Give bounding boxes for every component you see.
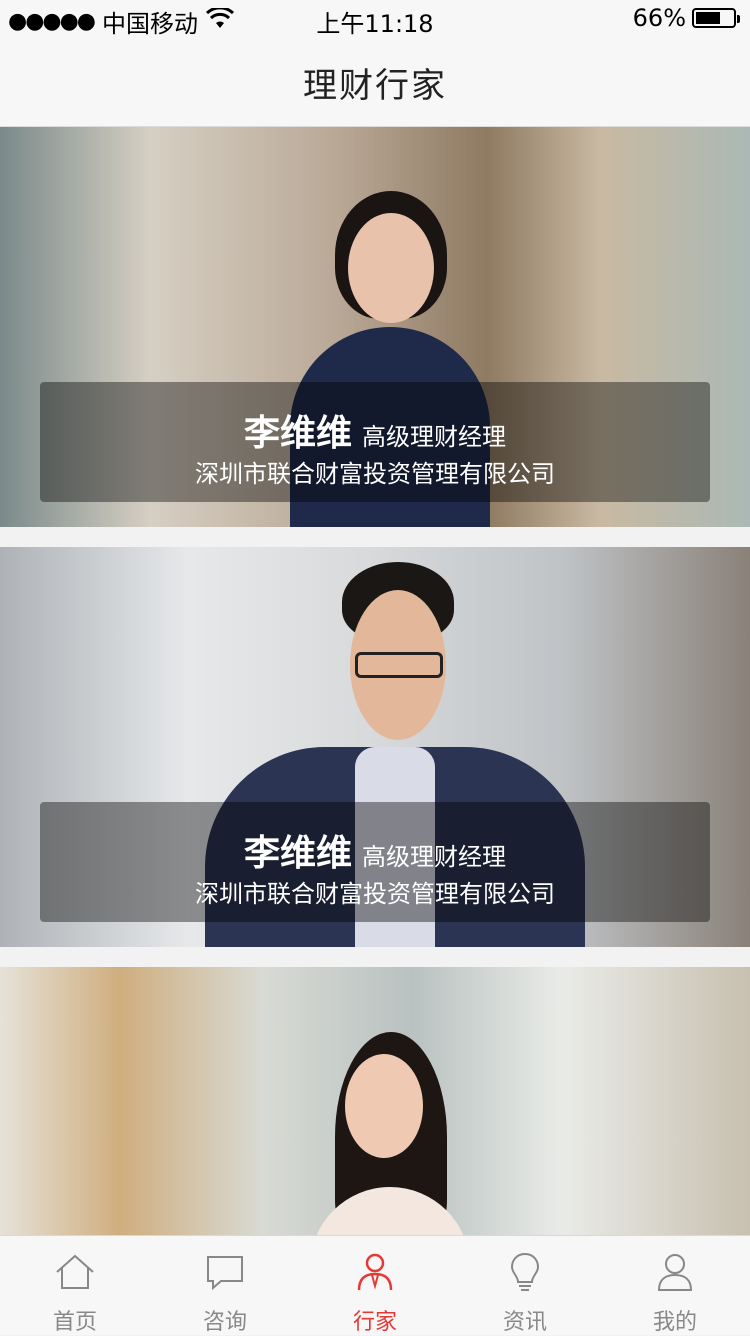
home-icon [53, 1250, 97, 1294]
tab-profile[interactable]: 我的 [600, 1236, 750, 1335]
tab-news[interactable]: 资讯 [450, 1236, 600, 1335]
tab-advisors[interactable]: 行家 [300, 1236, 450, 1335]
advisor-icon [353, 1250, 397, 1294]
tab-label: 行家 [352, 1310, 397, 1335]
navigation-bar: 理财行家 [0, 40, 750, 127]
battery-level [696, 12, 720, 24]
advisor-card[interactable] [0, 967, 750, 1235]
advisor-company: 深圳市联合财富投资管理有限公司 [195, 880, 555, 908]
battery-percent: 66% [632, 4, 686, 32]
chat-icon [203, 1250, 247, 1294]
tab-label: 咨询 [202, 1310, 247, 1335]
status-bar: ●●●●● 中国移动 上午11:18 66% [0, 0, 750, 40]
advisor-info-overlay: 李维维 高级理财经理 深圳市联合财富投资管理有限公司 [40, 802, 710, 922]
advisor-company: 深圳市联合财富投资管理有限公司 [195, 460, 555, 488]
tab-label: 资讯 [502, 1310, 547, 1335]
advisor-role: 高级理财经理 [362, 843, 506, 871]
bulb-icon [503, 1250, 547, 1294]
advisor-role: 高级理财经理 [362, 423, 506, 451]
advisor-name: 李维维 [243, 833, 352, 874]
user-icon [653, 1250, 697, 1294]
page-title: 理财行家 [303, 66, 447, 106]
battery-icon [692, 8, 740, 28]
tab-label: 首页 [52, 1310, 97, 1335]
tab-home[interactable]: 首页 [0, 1236, 150, 1335]
advisor-photo [300, 1032, 480, 1235]
tab-label: 我的 [652, 1310, 697, 1335]
tab-consult[interactable]: 咨询 [150, 1236, 300, 1335]
advisor-card[interactable]: 李维维 高级理财经理 深圳市联合财富投资管理有限公司 [0, 127, 750, 527]
advisor-name: 李维维 [243, 413, 352, 454]
status-right: 66% [632, 4, 740, 32]
tab-bar: 首页 咨询 行家 资讯 我的 [0, 1235, 750, 1335]
advisor-card[interactable]: 李维维 高级理财经理 深圳市联合财富投资管理有限公司 [0, 547, 750, 947]
advisor-info-overlay: 李维维 高级理财经理 深圳市联合财富投资管理有限公司 [40, 382, 710, 502]
